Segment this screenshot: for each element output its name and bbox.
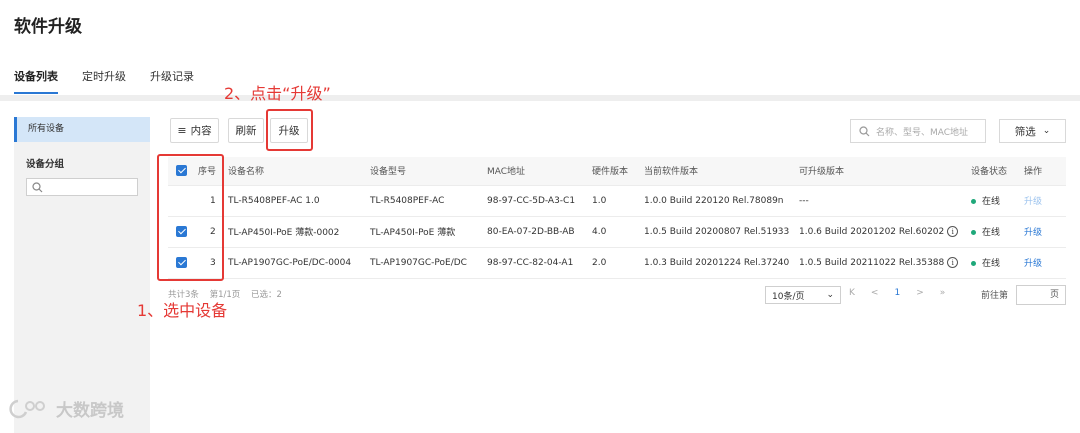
column-header: MAC地址 <box>487 157 592 186</box>
column-header: 当前软件版本 <box>644 157 799 186</box>
cell-current-version: 1.0.5 Build 20200807 Rel.51933 <box>644 216 799 248</box>
cell-status: 在线 <box>971 185 1024 217</box>
pagination: K < 1 > » <box>849 288 945 298</box>
refresh-button[interactable]: 刷新 <box>228 118 264 143</box>
cell-hw-version: 1.0 <box>592 185 644 217</box>
prev-page-button[interactable]: < <box>871 288 879 298</box>
cell-mac: 98-97-CC-82-04-A1 <box>487 247 592 279</box>
next-page-button[interactable]: > <box>916 288 924 298</box>
cell-device-name: TL-AP450I-PoE 薄款-0002 <box>228 216 370 248</box>
page-size-select[interactable]: 10条/页 ⌄ <box>765 286 841 304</box>
last-page-button[interactable]: » <box>940 288 946 298</box>
main-panel: ≡ 内容 刷新 升级 名称、型号、MAC地址 筛选 ⌄ 序号 设备名称 设备型号… <box>158 117 1066 433</box>
content-button[interactable]: ≡ 内容 <box>170 118 219 143</box>
status-text: 在线 <box>982 228 1001 238</box>
cell-upgradable-version: 1.0.5 Build 20211022 Rel.35388 i <box>799 247 971 279</box>
annotation-step1: 1、选中设备 <box>137 301 228 320</box>
cell-hw-version: 4.0 <box>592 216 644 248</box>
info-icon[interactable]: i <box>947 226 959 237</box>
chevron-down-icon: ⌄ <box>1042 126 1051 136</box>
search-icon <box>32 182 43 193</box>
upgradable-text: 1.0.6 Build 20201202 Rel.60202 <box>799 227 945 237</box>
cell-model: TL-R5408PEF-AC <box>370 185 487 217</box>
section-divider <box>0 95 1080 101</box>
column-header: 可升级版本 <box>799 157 971 186</box>
column-header: 设备状态 <box>971 157 1024 186</box>
goto-label: 前往第 <box>981 291 1009 301</box>
cell-current-version: 1.0.0 Build 220120 Rel.78089n <box>644 185 799 217</box>
device-search-input[interactable]: 名称、型号、MAC地址 <box>850 119 986 143</box>
cell-status: 在线 <box>971 216 1024 248</box>
chevron-down-icon: ⌄ <box>826 290 834 300</box>
watermark: 大数跨境 <box>8 396 124 421</box>
sidebar-item-all-devices[interactable]: 所有设备 <box>14 117 150 142</box>
cell-upgradable-version: --- <box>799 185 971 217</box>
tab-upgrade-records[interactable]: 升级记录 <box>150 68 194 94</box>
content-button-label: 内容 <box>190 125 212 137</box>
status-text: 在线 <box>982 197 1001 207</box>
row-upgrade-link[interactable]: 升级 <box>1024 197 1042 207</box>
annotation-box-checkboxes <box>157 154 224 281</box>
cell-mac: 98-97-CC-5D-A3-C1 <box>487 185 592 217</box>
sidebar: 所有设备 设备分组 <box>14 117 150 433</box>
goto-page-input[interactable]: 页 <box>1016 285 1066 305</box>
cell-hw-version: 2.0 <box>592 247 644 279</box>
row-upgrade-link[interactable]: 升级 <box>1024 228 1042 238</box>
cell-status: 在线 <box>971 247 1024 279</box>
table-header-row: 序号 设备名称 设备型号 MAC地址 硬件版本 当前软件版本 可升级版本 设备状… <box>168 157 1066 186</box>
page-title: 软件升级 <box>14 17 82 37</box>
search-placeholder: 名称、型号、MAC地址 <box>876 127 969 138</box>
tab-device-list[interactable]: 设备列表 <box>14 68 58 94</box>
sidebar-group-title: 设备分组 <box>26 159 65 170</box>
group-search-input[interactable] <box>26 178 138 196</box>
cell-mac: 80-EA-07-2D-BB-AB <box>487 216 592 248</box>
first-page-button[interactable]: K <box>849 288 855 298</box>
tab-bar: 设备列表 定时升级 升级记录 <box>14 68 218 94</box>
page-size-value: 10条/页 <box>772 291 805 302</box>
info-icon[interactable]: i <box>947 257 959 268</box>
filter-button[interactable]: 筛选 ⌄ <box>999 119 1066 143</box>
filter-label: 筛选 <box>1014 125 1036 138</box>
column-header: 设备名称 <box>228 157 370 186</box>
cell-current-version: 1.0.3 Build 20201224 Rel.37240 <box>644 247 799 279</box>
annotation-step2: 2、点击“升级” <box>224 84 331 103</box>
column-header: 操作 <box>1024 157 1066 186</box>
upgradable-text: 1.0.5 Build 20211022 Rel.35388 <box>799 258 945 268</box>
cell-operation: 升级 <box>1024 216 1066 248</box>
status-text: 在线 <box>982 259 1001 269</box>
selected-count: 已选：2 <box>251 290 282 300</box>
online-dot-icon <box>971 261 976 266</box>
logo-icon <box>9 399 45 418</box>
search-icon <box>859 125 870 136</box>
cell-device-name: TL-AP1907GC-PoE/DC-0004 <box>228 247 370 279</box>
cell-operation: 升级 <box>1024 247 1066 279</box>
column-header: 设备型号 <box>370 157 487 186</box>
online-dot-icon <box>971 230 976 235</box>
annotation-box-upgrade-button <box>266 109 313 151</box>
current-page-button[interactable]: 1 <box>894 288 900 298</box>
cell-operation: 升级 <box>1024 185 1066 217</box>
table-row[interactable]: 3 TL-AP1907GC-PoE/DC-0004 TL-AP1907GC-Po… <box>168 247 1066 279</box>
device-table: 序号 设备名称 设备型号 MAC地址 硬件版本 当前软件版本 可升级版本 设备状… <box>168 157 1066 279</box>
table-row[interactable]: 2 TL-AP450I-PoE 薄款-0002 TL-AP450I-PoE 薄款… <box>168 216 1066 248</box>
cell-model: TL-AP450I-PoE 薄款 <box>370 216 487 248</box>
cell-upgradable-version: 1.0.6 Build 20201202 Rel.60202 i <box>799 216 971 248</box>
row-upgrade-link[interactable]: 升级 <box>1024 259 1042 269</box>
cell-device-name: TL-R5408PEF-AC 1.0 <box>228 185 370 217</box>
tab-scheduled-upgrade[interactable]: 定时升级 <box>82 68 126 94</box>
column-header: 硬件版本 <box>592 157 644 186</box>
cell-model: TL-AP1907GC-PoE/DC <box>370 247 487 279</box>
online-dot-icon <box>971 199 976 204</box>
watermark-text: 大数跨境 <box>56 401 124 421</box>
menu-icon: ≡ <box>177 124 187 137</box>
table-row[interactable]: 1 TL-R5408PEF-AC 1.0 TL-R5408PEF-AC 98-9… <box>168 185 1066 217</box>
